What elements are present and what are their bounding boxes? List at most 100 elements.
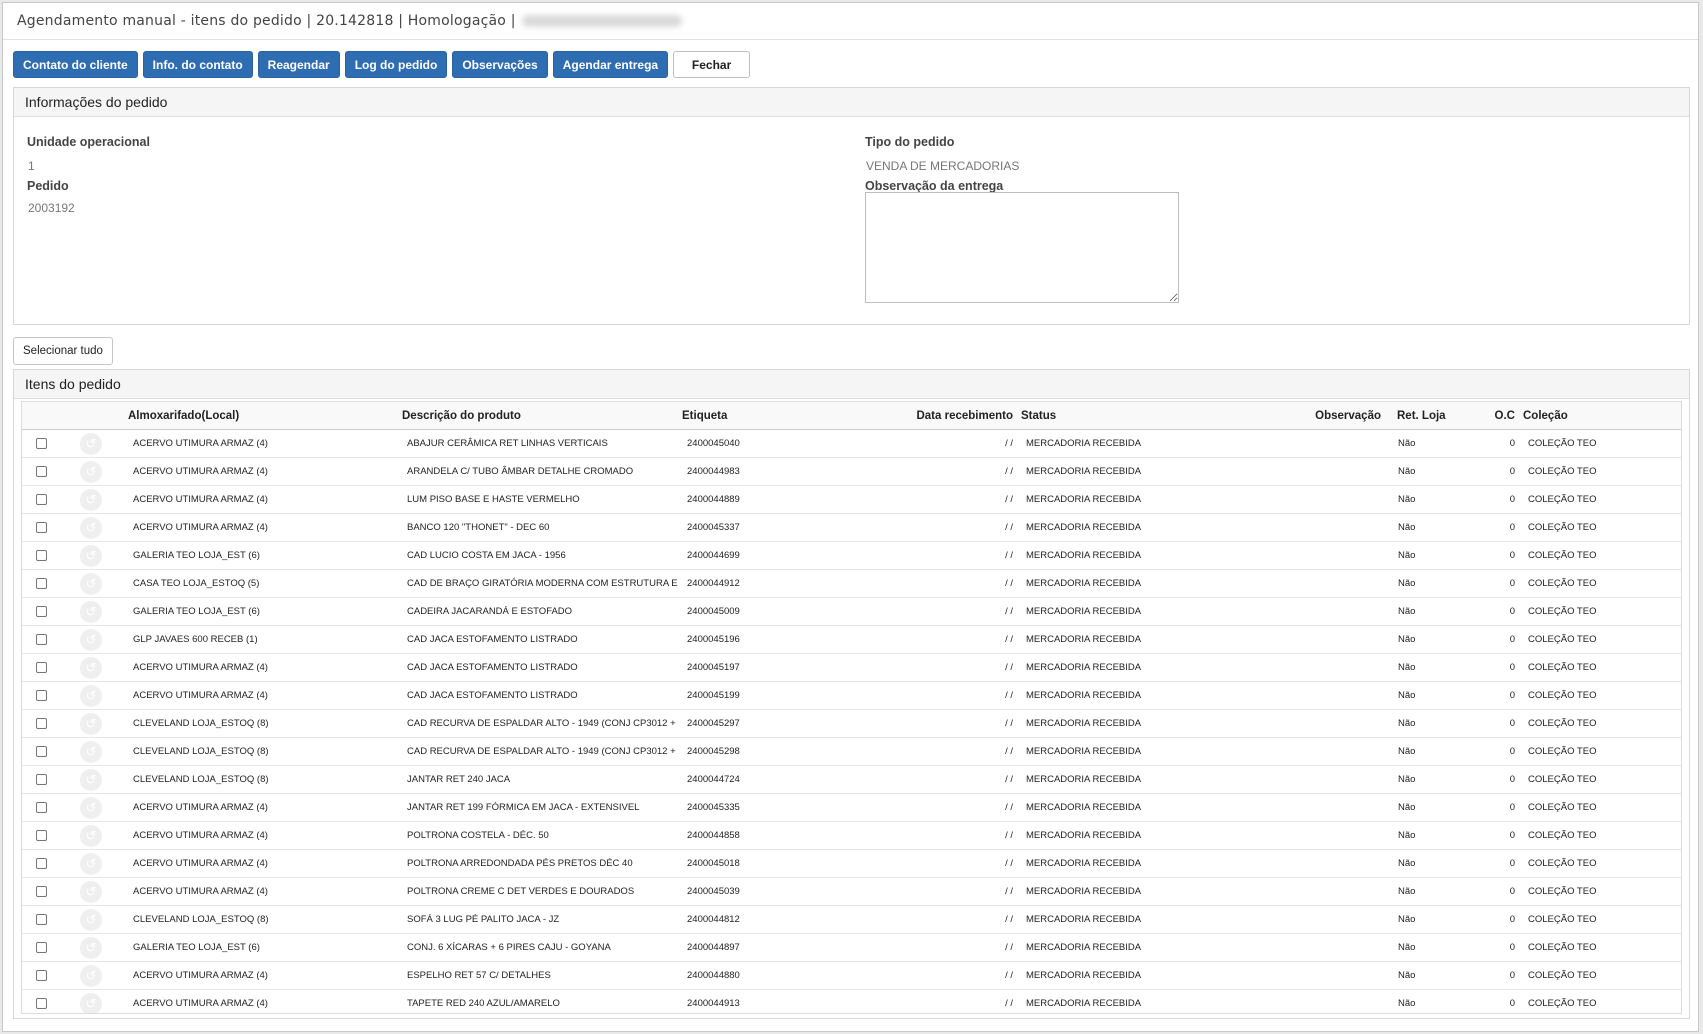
contato-cliente-button[interactable]: Contato do cliente: [13, 51, 138, 78]
table-row[interactable]: ↺ ACERVO UTIMURA ARMAZ (4) ABAJUR CERÂMICA…: [22, 429, 1681, 458]
history-icon[interactable]: ↺: [80, 964, 102, 987]
cell-status: MERCADORIA RECEBIDA: [1017, 457, 1247, 486]
history-icon[interactable]: ↺: [80, 740, 102, 763]
history-icon[interactable]: ↺: [80, 880, 102, 903]
cell-data-recebimento: / /: [788, 933, 1017, 962]
history-icon[interactable]: ↺: [80, 488, 102, 511]
row-checkbox[interactable]: [36, 746, 47, 757]
row-checkbox[interactable]: [36, 858, 47, 869]
table-row[interactable]: ↺ ACERVO UTIMURA ARMAZ (4) TAPETE RED 240 …: [22, 989, 1681, 1013]
cell-descricao: CAD JACA ESTOFAMENTO LISTRADO: [398, 625, 678, 654]
table-row[interactable]: ↺ GALERIA TEO LOJA_EST (6) CAD LUCIO COSTA…: [22, 541, 1681, 570]
history-icon[interactable]: ↺: [80, 656, 102, 679]
history-icon[interactable]: ↺: [80, 768, 102, 791]
cell-oc: 0: [1485, 625, 1519, 654]
row-checkbox[interactable]: [36, 494, 47, 505]
row-checkbox[interactable]: [36, 550, 47, 561]
cell-almoxarifado: ACERVO UTIMURA ARMAZ (4): [124, 429, 398, 458]
cell-colecao: COLEÇÃO TEO: [1519, 765, 1681, 794]
table-row[interactable]: ↺ GLP JAVAES 600 RECEB (1) CAD JACA ESTOFA…: [22, 625, 1681, 654]
table-row[interactable]: ↺ ACERVO UTIMURA ARMAZ (4) ARANDELA C/ TUB…: [22, 457, 1681, 486]
table-row[interactable]: ↺ ACERVO UTIMURA ARMAZ (4) POLTRONA ARREDO…: [22, 849, 1681, 878]
cell-observacao: [1247, 821, 1385, 850]
row-checkbox[interactable]: [36, 718, 47, 729]
history-icon[interactable]: ↺: [80, 824, 102, 847]
table-row[interactable]: ↺ GALERIA TEO LOJA_EST (6) CADEIRA JACARAN…: [22, 597, 1681, 626]
col-oc[interactable]: O.C: [1485, 402, 1519, 430]
table-row[interactable]: ↺ CLEVELAND LOJA_ESTOQ (8) CAD RECURVA DE …: [22, 709, 1681, 738]
table-row[interactable]: ↺ CLEVELAND LOJA_ESTOQ (8) CAD RECURVA DE …: [22, 737, 1681, 766]
table-row[interactable]: ↺ ACERVO UTIMURA ARMAZ (4) CAD JACA ESTOFA…: [22, 653, 1681, 682]
history-icon[interactable]: ↺: [80, 600, 102, 623]
row-checkbox[interactable]: [36, 662, 47, 673]
cell-etiqueta: 2400045335: [678, 793, 788, 822]
cell-descricao: CAD LUCIO COSTA EM JACA - 1956: [398, 541, 678, 570]
row-checkbox[interactable]: [36, 690, 47, 701]
cell-data-recebimento: / /: [788, 961, 1017, 990]
col-data-recebimento[interactable]: Data recebimento: [788, 402, 1017, 430]
table-row[interactable]: ↺ ACERVO UTIMURA ARMAZ (4) CAD JACA ESTOFA…: [22, 681, 1681, 710]
row-checkbox[interactable]: [36, 578, 47, 589]
col-almoxarifado[interactable]: Almoxarifado(Local): [124, 402, 398, 430]
info-contato-button[interactable]: Info. do contato: [142, 51, 253, 78]
row-checkbox[interactable]: [36, 914, 47, 925]
row-checkbox[interactable]: [36, 522, 47, 533]
cell-etiqueta: 2400044880: [678, 961, 788, 990]
cell-action: ↺: [76, 541, 124, 570]
row-checkbox[interactable]: [36, 886, 47, 897]
col-colecao[interactable]: Coleção: [1519, 402, 1681, 430]
log-pedido-button[interactable]: Log do pedido: [344, 51, 448, 78]
row-checkbox[interactable]: [36, 998, 47, 1009]
history-icon[interactable]: ↺: [80, 852, 102, 875]
reagendar-button[interactable]: Reagendar: [257, 51, 340, 78]
table-row[interactable]: ↺ GALERIA TEO LOJA_EST (6) CONJ. 6 XÍCARAS…: [22, 933, 1681, 962]
col-etiqueta[interactable]: Etiqueta: [678, 402, 788, 430]
row-checkbox[interactable]: [36, 606, 47, 617]
history-icon[interactable]: ↺: [80, 936, 102, 959]
order-items-panel: Itens do pedido Almoxarifado(Local) Desc…: [13, 369, 1690, 1019]
cell-select: [22, 877, 76, 906]
table-row[interactable]: ↺ CLEVELAND LOJA_ESTOQ (8) JANTAR RET 240 …: [22, 765, 1681, 794]
table-row[interactable]: ↺ ACERVO UTIMURA ARMAZ (4) BANCO 120 "THON…: [22, 513, 1681, 542]
history-icon[interactable]: ↺: [80, 544, 102, 567]
fechar-button[interactable]: Fechar: [673, 51, 751, 78]
cell-action: ↺: [76, 961, 124, 990]
table-row[interactable]: ↺ ACERVO UTIMURA ARMAZ (4) JANTAR RET 199 …: [22, 793, 1681, 822]
history-icon[interactable]: ↺: [80, 432, 102, 455]
col-ret-loja[interactable]: Ret. Loja: [1385, 402, 1485, 430]
row-checkbox[interactable]: [36, 634, 47, 645]
col-action: [76, 402, 124, 430]
history-icon[interactable]: ↺: [80, 908, 102, 931]
cell-ret-loja: Não: [1385, 709, 1485, 738]
col-status[interactable]: Status: [1017, 402, 1247, 430]
agendar-entrega-button[interactable]: Agendar entrega: [552, 51, 669, 78]
history-icon[interactable]: ↺: [80, 684, 102, 707]
history-icon[interactable]: ↺: [80, 460, 102, 483]
history-icon[interactable]: ↺: [80, 712, 102, 735]
history-icon[interactable]: ↺: [80, 796, 102, 819]
history-icon[interactable]: ↺: [80, 628, 102, 651]
select-all-button[interactable]: Selecionar tudo: [13, 337, 113, 365]
table-row[interactable]: ↺ ACERVO UTIMURA ARMAZ (4) LUM PISO BASE E…: [22, 485, 1681, 514]
row-checkbox[interactable]: [36, 438, 47, 449]
table-row[interactable]: ↺ ACERVO UTIMURA ARMAZ (4) POLTRONA CREME …: [22, 877, 1681, 906]
row-checkbox[interactable]: [36, 802, 47, 813]
observacao-entrega-textarea[interactable]: [865, 192, 1179, 303]
history-icon[interactable]: ↺: [80, 516, 102, 539]
history-icon[interactable]: ↺: [80, 572, 102, 595]
table-row[interactable]: ↺ CLEVELAND LOJA_ESTOQ (8) SOFÁ 3 LUG PÉ P…: [22, 905, 1681, 934]
row-checkbox[interactable]: [36, 942, 47, 953]
history-icon[interactable]: ↺: [80, 992, 102, 1013]
cell-colecao: COLEÇÃO TEO: [1519, 793, 1681, 822]
table-row[interactable]: ↺ ACERVO UTIMURA ARMAZ (4) ESPELHO RET 57 …: [22, 961, 1681, 990]
cell-action: ↺: [76, 989, 124, 1013]
row-checkbox[interactable]: [36, 466, 47, 477]
col-observacao[interactable]: Observação: [1247, 402, 1385, 430]
observacoes-button[interactable]: Observações: [452, 51, 548, 78]
row-checkbox[interactable]: [36, 774, 47, 785]
col-descricao[interactable]: Descrição do produto: [398, 402, 678, 430]
table-row[interactable]: ↺ ACERVO UTIMURA ARMAZ (4) POLTRONA COSTEL…: [22, 821, 1681, 850]
table-row[interactable]: ↺ CASA TEO LOJA_ESTOQ (5) CAD DE BRAÇO GIR…: [22, 569, 1681, 598]
row-checkbox[interactable]: [36, 830, 47, 841]
row-checkbox[interactable]: [36, 970, 47, 981]
